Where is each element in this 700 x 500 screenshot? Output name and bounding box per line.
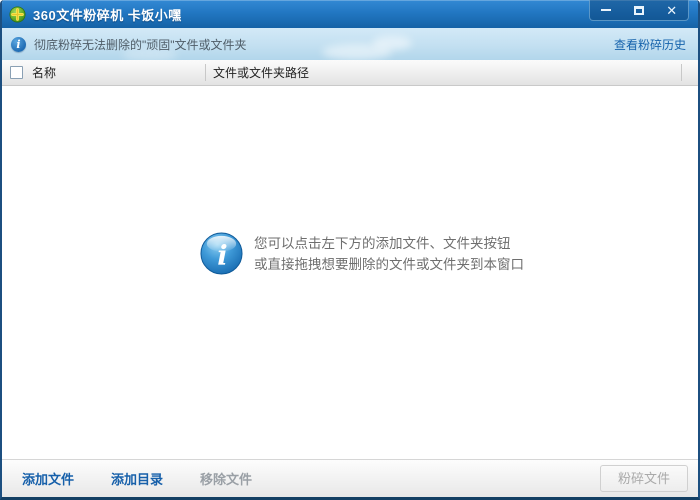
window-controls: ✕	[589, 0, 689, 21]
minimize-button[interactable]	[590, 0, 623, 20]
info-large-icon: i	[200, 232, 243, 275]
footer-toolbar: 添加文件 添加目录 移除文件 粉碎文件	[2, 459, 698, 497]
info-bar-text: 彻底粉碎无法删除的"顽固"文件或文件夹	[34, 37, 247, 52]
view-shred-history-link[interactable]: 查看粉碎历史	[614, 36, 686, 53]
column-divider[interactable]	[205, 64, 206, 81]
file-list-drop-zone[interactable]: i 您可以点击左下方的添加文件、文件夹按钮 或直接拖拽想要删除的文件或文件夹到本…	[2, 86, 698, 459]
close-button[interactable]: ✕	[655, 0, 688, 20]
shred-files-button[interactable]: 粉碎文件	[600, 465, 688, 492]
title-bar[interactable]: 360文件粉碎机 卡饭小嘿 ✕	[2, 0, 698, 28]
app-logo-icon	[9, 6, 26, 22]
svg-text:i: i	[217, 239, 227, 271]
empty-state-line2: 或直接拖拽想要删除的文件或文件夹到本窗口	[254, 256, 524, 272]
empty-state-text: 您可以点击左下方的添加文件、文件夹按钮 或直接拖拽想要删除的文件或文件夹到本窗口	[254, 233, 524, 275]
select-all-checkbox[interactable]	[10, 66, 23, 79]
maximize-button[interactable]	[623, 0, 656, 20]
file-list-header: 名称 文件或文件夹路径	[2, 60, 698, 86]
add-directory-button[interactable]: 添加目录	[111, 469, 163, 488]
column-divider	[681, 64, 682, 81]
window-title: 360文件粉碎机 卡饭小嘿	[33, 7, 182, 23]
empty-state-hint: i 您可以点击左下方的添加文件、文件夹按钮 或直接拖拽想要删除的文件或文件夹到本…	[200, 232, 524, 275]
maximize-icon	[634, 5, 644, 15]
app-window: 360文件粉碎机 卡饭小嘿 ✕ i 彻底粉碎无法删除的"顽固"文件或文件夹 查看…	[0, 0, 700, 500]
minimize-icon	[601, 9, 612, 11]
empty-state-line1: 您可以点击左下方的添加文件、文件夹按钮	[254, 235, 511, 251]
cloud-decoration	[372, 36, 412, 50]
column-header-path[interactable]: 文件或文件夹路径	[213, 64, 309, 81]
remove-file-button[interactable]: 移除文件	[200, 469, 252, 488]
column-header-name[interactable]: 名称	[32, 64, 56, 81]
close-icon: ✕	[666, 2, 678, 18]
info-bar: i 彻底粉碎无法删除的"顽固"文件或文件夹 查看粉碎历史	[2, 28, 698, 60]
info-icon: i	[11, 36, 26, 52]
add-file-button[interactable]: 添加文件	[22, 469, 74, 488]
